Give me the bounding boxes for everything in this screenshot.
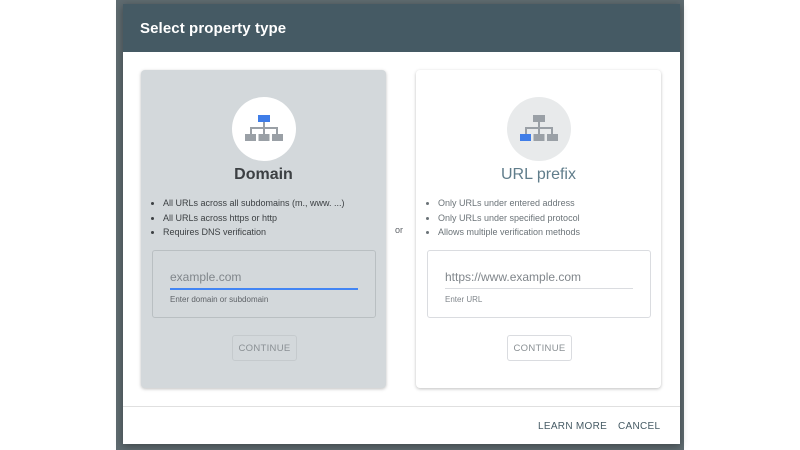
domain-title: Domain	[234, 166, 293, 183]
domain-bullets: All URLs across all subdomains (m., www.…	[151, 196, 345, 240]
domain-bullet: All URLs across https or http	[163, 211, 345, 226]
domain-bullet: Requires DNS verification	[163, 225, 345, 240]
sitemap-icon	[245, 115, 283, 141]
cancel-button[interactable]: CANCEL	[616, 417, 662, 436]
or-separator: or	[395, 225, 404, 235]
domain-input-underline	[170, 288, 358, 290]
domain-input-hint: Enter domain or subdomain	[170, 295, 269, 304]
sitemap-icon	[520, 115, 558, 141]
url-prefix-bullet: Only URLs under specified protocol	[438, 211, 580, 226]
select-property-dialog: Select property type Domain All URLs acr…	[123, 4, 680, 444]
domain-input-box: Enter domain or subdomain	[152, 250, 376, 318]
dialog-header: Select property type	[123, 4, 680, 52]
url-input[interactable]	[445, 268, 633, 286]
url-prefix-bullet: Only URLs under entered address	[438, 196, 580, 211]
url-prefix-card[interactable]: URL prefix Only URLs under entered addre…	[416, 70, 661, 388]
url-prefix-bullet: Allows multiple verification methods	[438, 225, 580, 240]
url-continue-button[interactable]: CONTINUE	[507, 335, 572, 361]
dialog-title: Select property type	[140, 19, 287, 37]
url-input-underline	[445, 288, 633, 289]
url-prefix-bullets: Only URLs under entered address Only URL…	[426, 196, 580, 240]
domain-input[interactable]	[170, 268, 358, 286]
learn-more-button[interactable]: LEARN MORE	[536, 417, 609, 436]
url-input-box: Enter URL	[427, 250, 651, 318]
dialog-footer: LEARN MORE CANCEL	[123, 406, 680, 444]
url-icon-circle	[507, 97, 571, 161]
domain-card[interactable]: Domain All URLs across all subdomains (m…	[141, 70, 386, 388]
url-prefix-title: URL prefix	[501, 166, 576, 183]
domain-bullet: All URLs across all subdomains (m., www.…	[163, 196, 345, 211]
domain-continue-button[interactable]: CONTINUE	[232, 335, 297, 361]
url-input-hint: Enter URL	[445, 295, 483, 304]
domain-icon-circle	[232, 97, 296, 161]
